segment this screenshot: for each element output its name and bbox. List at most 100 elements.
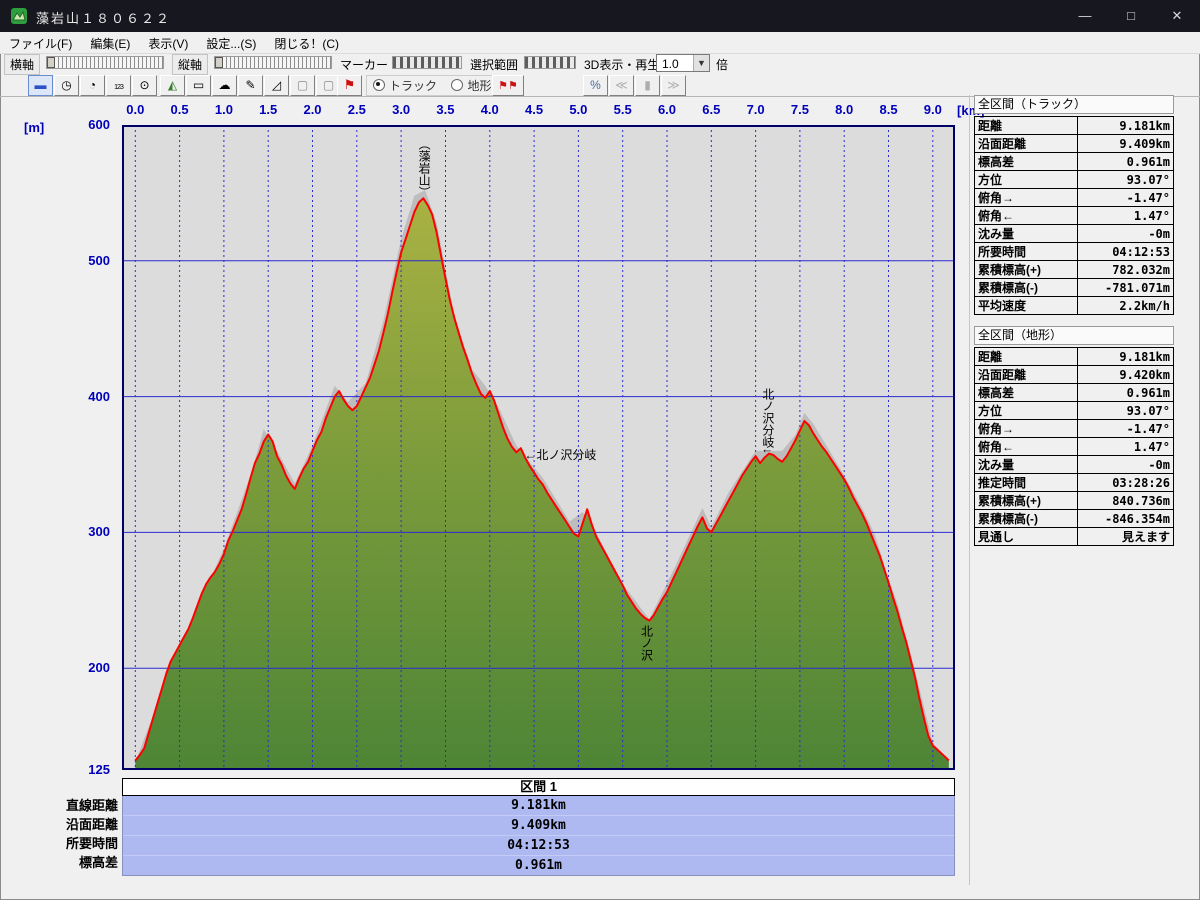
axis-mode-button-group: ▬ ◷ ◔ 123⊙ — [28, 75, 158, 96]
stat-value: 04:12:53 — [1078, 243, 1174, 261]
toolbar-buttons: ▬◷◔123⊙ ◭▭☁✎◿▢▢ ⚑ トラック 地形 ⚑⚑ %≪▮≫ — [0, 73, 1200, 97]
minimize-button[interactable]: — — [1062, 0, 1108, 32]
stat-label: 標高差 — [975, 153, 1078, 171]
step-forward-button[interactable]: ≫ — [661, 75, 686, 96]
menu-item-view[interactable]: 表示(V) — [139, 32, 197, 53]
horizontal-axis-zoom-slider[interactable] — [46, 56, 164, 69]
stat-value: -0m — [1078, 456, 1174, 474]
stat-value: 見えます — [1078, 528, 1174, 546]
stat-label: 俯角→ — [975, 420, 1078, 438]
menu-item-close[interactable]: 閉じる！(C) — [265, 32, 348, 53]
radio-unselected-icon — [451, 79, 463, 91]
stat-label: 標高差 — [975, 384, 1078, 402]
axis-timer-button[interactable]: ⊙ — [132, 75, 157, 96]
playback-speed-select[interactable]: 1.0 ▼ — [656, 54, 710, 72]
selection-range-slider[interactable] — [524, 56, 576, 69]
stats-row: 距離9.181km — [975, 117, 1174, 135]
stat-label: 距離 — [975, 348, 1078, 366]
distance-bar-icon: ▬ — [35, 78, 47, 92]
step-back-button[interactable]: ≪ — [609, 75, 634, 96]
stats-section-header: 全区間（トラック） — [974, 95, 1174, 114]
marker-pin-button[interactable]: ⚑ — [337, 75, 362, 96]
vertical-axis-zoom-slider[interactable] — [214, 56, 332, 69]
cloud-icon: ☁ — [219, 78, 231, 92]
stat-label: 所要時間 — [975, 243, 1078, 261]
profile-band-button[interactable]: ▭ — [186, 75, 211, 96]
stat-label: 見通し — [975, 528, 1078, 546]
stats-row: 俯角→-1.47° — [975, 420, 1174, 438]
radio-terrain[interactable]: 地形 — [451, 77, 491, 94]
stats-row: 所要時間04:12:53 — [975, 243, 1174, 261]
stat-value: 93.07° — [1078, 171, 1174, 189]
section-stat-value: 04:12:53 — [123, 836, 954, 856]
play-pause-button[interactable]: ▮ — [635, 75, 660, 96]
axis-distance-button[interactable]: ▬ — [28, 75, 53, 96]
chevron-down-icon[interactable]: ▼ — [693, 55, 709, 71]
elevation-profile-chart[interactable] — [122, 125, 955, 770]
stat-value: 93.07° — [1078, 402, 1174, 420]
clock-quarter-icon: ◔ — [89, 78, 96, 92]
profile-slope-button[interactable]: ◿ — [264, 75, 289, 96]
axis-number-button[interactable]: 123 — [106, 75, 131, 96]
stat-label: 俯角← — [975, 438, 1078, 456]
stat-value: 0.961m — [1078, 153, 1174, 171]
stat-label: 方位 — [975, 171, 1078, 189]
stats-row: 累積標高(-)-781.071m — [975, 279, 1174, 297]
vertical-axis-label: 縦軸 — [172, 54, 208, 75]
stat-value: -1.47° — [1078, 189, 1174, 207]
stat-value: -0m — [1078, 225, 1174, 243]
stat-value: 1.47° — [1078, 207, 1174, 225]
radio-track[interactable]: トラック — [373, 77, 437, 94]
profile-cloud-button[interactable]: ☁ — [212, 75, 237, 96]
slider-knob[interactable] — [215, 57, 223, 68]
stat-label: 方位 — [975, 402, 1078, 420]
maximize-button[interactable]: □ — [1108, 0, 1154, 32]
profile-mountain-button[interactable]: ◭ — [160, 75, 185, 96]
slider-knob[interactable] — [47, 57, 55, 68]
menu-item-edit[interactable]: 編集(E) — [81, 32, 139, 53]
x-axis-tick-label: 0.5 — [164, 102, 196, 117]
section-stat-values: 9.181km9.409km04:12:530.961m — [122, 796, 955, 876]
stats-row: 標高差0.961m — [975, 153, 1174, 171]
axis-clock-button[interactable]: ◔ — [80, 75, 105, 96]
menu-item-settings[interactable]: 設定...(S) — [197, 32, 265, 53]
radio-track-label: トラック — [389, 79, 437, 93]
stats-row: 推定時間03:28:26 — [975, 474, 1174, 492]
profile-pen-button[interactable]: ✎ — [238, 75, 263, 96]
stat-value: 840.736m — [1078, 492, 1174, 510]
selection-pin-button[interactable]: ⚑⚑ — [492, 75, 524, 96]
playback-mode-button[interactable]: % — [583, 75, 608, 96]
stat-value: 9.420km — [1078, 366, 1174, 384]
x-axis-tick-label: 4.0 — [474, 102, 506, 117]
x-axis-tick-label: 8.5 — [873, 102, 905, 117]
pause-icon: ▮ — [644, 78, 651, 92]
stat-label: 俯角→ — [975, 189, 1078, 207]
x-axis-tick-label: 7.0 — [740, 102, 772, 117]
stats-table: 距離9.181km沿面距離9.409km標高差0.961m方位93.07°俯角→… — [974, 116, 1174, 315]
menu-item-file[interactable]: ファイル(F) — [0, 32, 81, 53]
section-stat-label: 直線距離 — [16, 796, 118, 815]
y-axis-tick-label: 200 — [58, 660, 110, 675]
stat-label: 沿面距離 — [975, 135, 1078, 153]
radio-selected-icon — [373, 79, 385, 91]
selection-pins-icon: ⚑⚑ — [498, 80, 518, 92]
playback-speed-value: 1.0 — [662, 57, 679, 71]
panel-divider — [969, 95, 970, 885]
horizontal-axis-label: 横軸 — [4, 54, 40, 75]
rewind-icon: ≪ — [615, 78, 628, 92]
marker-position-slider[interactable] — [392, 56, 462, 69]
stats-section-header: 全区間（地形） — [974, 326, 1174, 345]
x-axis-ticks: 0.00.51.01.52.02.53.03.54.04.55.05.56.06… — [122, 102, 955, 119]
x-axis-tick-label: 8.0 — [828, 102, 860, 117]
stats-row: 俯角←1.47° — [975, 438, 1174, 456]
axis-time-button[interactable]: ◷ — [54, 75, 79, 96]
section-stat-label: 沿面距離 — [16, 815, 118, 834]
stats-row: 俯角→-1.47° — [975, 189, 1174, 207]
stat-label: 距離 — [975, 117, 1078, 135]
stat-value: 782.032m — [1078, 261, 1174, 279]
x-axis-tick-label: 9.0 — [917, 102, 949, 117]
dashed-outline-icon: ▢ — [323, 78, 334, 92]
close-button[interactable]: ✕ — [1154, 0, 1200, 32]
y-axis-tick-label: 400 — [58, 389, 110, 404]
profile-ghost1-button[interactable]: ▢ — [290, 75, 315, 96]
